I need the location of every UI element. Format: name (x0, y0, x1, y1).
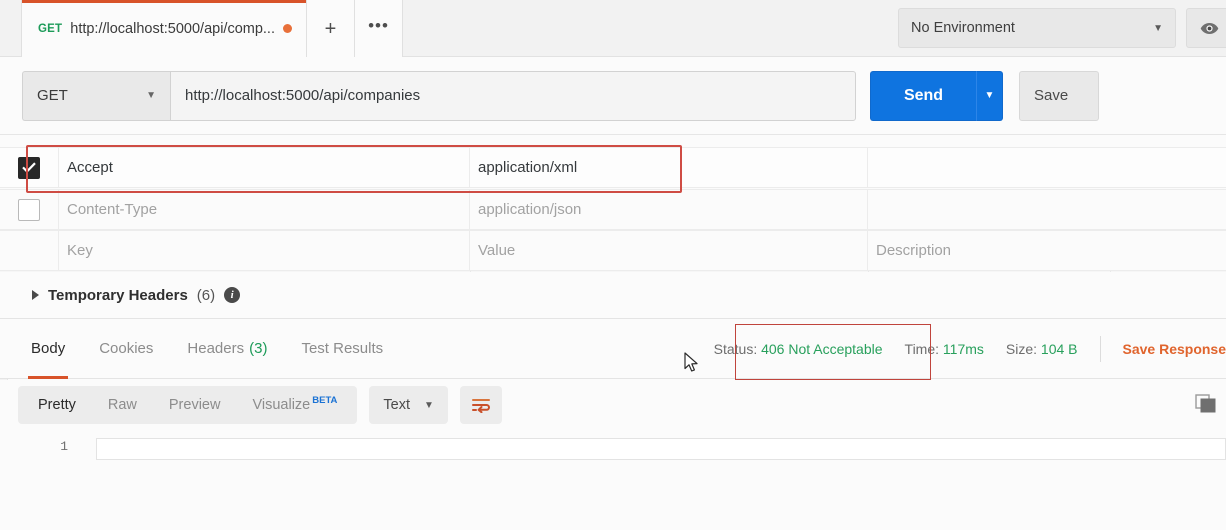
view-visualize-label: Visualize (252, 397, 311, 413)
header-enabled-cell[interactable] (0, 148, 58, 187)
header-description-cell[interactable] (868, 190, 1226, 229)
response-body-line[interactable] (96, 438, 1226, 460)
size-value: 104 B (1040, 340, 1078, 357)
header-enabled-cell (0, 231, 58, 270)
tab-bar: GET http://localhost:5000/api/comp... + … (0, 0, 1226, 57)
request-tab-active[interactable]: GET http://localhost:5000/api/comp... (21, 0, 307, 57)
header-value-cell[interactable]: application/xml (470, 148, 868, 187)
size-badge[interactable]: Size: 104 B (1006, 341, 1078, 357)
header-key-cell[interactable]: Accept (58, 148, 470, 187)
send-options-button[interactable]: ▼ (977, 70, 1003, 121)
time-badge[interactable]: Time: 117ms (905, 341, 984, 357)
mouse-cursor (684, 352, 698, 372)
chevron-down-icon: ▼ (1153, 22, 1163, 34)
tab-cookies[interactable]: Cookies (82, 319, 170, 379)
word-wrap-toggle[interactable] (459, 386, 502, 424)
send-button[interactable]: Send (870, 70, 977, 121)
header-description-placeholder[interactable]: Description (868, 231, 1226, 270)
url-bar: GET ▼ http://localhost:5000/api/companie… (0, 57, 1226, 135)
view-raw-button[interactable]: Raw (92, 390, 153, 420)
table-row[interactable]: Content-Type application/json (0, 189, 1226, 230)
http-method-value: GET (37, 87, 68, 104)
word-wrap-icon (471, 399, 490, 413)
header-key-placeholder[interactable]: Key (58, 231, 470, 270)
response-bar: Body Cookies Headers (3) Test Results St… (0, 319, 1226, 379)
environment-select[interactable]: No Environment ▼ (898, 8, 1176, 48)
postman-window: GET http://localhost:5000/api/comp... + … (0, 0, 1226, 530)
time-value: 117ms (942, 340, 984, 357)
tab-test-results-label: Test Results (301, 340, 384, 357)
view-raw-label: Raw (107, 397, 137, 413)
tab-body[interactable]: Body (14, 319, 82, 379)
header-enabled-cell[interactable] (0, 190, 58, 229)
size-label: Size: (1005, 340, 1038, 357)
header-value-placeholder[interactable]: Value (470, 231, 868, 270)
environment-quicklook-button[interactable] (1186, 8, 1226, 48)
response-meta: Status: 406 Not Acceptable Time: 117ms S… (714, 335, 1226, 362)
view-pretty-button[interactable]: Pretty (22, 390, 92, 420)
status-badge[interactable]: Status: 406 Not Acceptable (714, 341, 883, 357)
response-format-tabs: Pretty Raw Preview Visualize BETA (18, 386, 358, 424)
view-preview-button[interactable]: Preview (153, 390, 237, 420)
checkbox-unchecked-icon[interactable] (18, 198, 40, 221)
content-type-value: Text (383, 397, 410, 413)
beta-badge: BETA (312, 394, 338, 406)
unsaved-dot-icon (283, 24, 292, 33)
response-tabs: Body Cookies Headers (3) Test Results (0, 319, 400, 379)
chevron-down-icon: ▼ (146, 90, 156, 101)
new-tab-button[interactable]: + (307, 0, 355, 57)
temporary-headers-label: Temporary Headers (48, 286, 188, 304)
tab-bar-left: GET http://localhost:5000/api/comp... + … (0, 0, 403, 57)
save-response-button[interactable]: Save Response (1123, 341, 1226, 357)
response-view-toolbar: Pretty Raw Preview Visualize BETA Text ▼ (0, 380, 1226, 430)
copy-icon (1195, 394, 1216, 413)
line-number-gutter: 1 (22, 430, 78, 530)
copy-response-button[interactable] (1186, 386, 1226, 424)
time-label: Time: (904, 340, 940, 357)
temporary-headers-count: (6) (196, 286, 216, 304)
request-tab-title: http://localhost:5000/api/comp... (70, 20, 275, 37)
tab-headers-label: Headers (187, 340, 245, 357)
header-value-cell[interactable]: application/json (470, 190, 868, 229)
tab-cookies-label: Cookies (99, 340, 154, 357)
response-body-viewer[interactable]: 1 (0, 430, 1226, 530)
content-type-select[interactable]: Text ▼ (369, 386, 448, 424)
header-description-cell[interactable] (868, 148, 1226, 187)
chevron-down-icon: ▼ (424, 399, 434, 411)
tab-body-label: Body (31, 340, 66, 357)
status-label: Status: (713, 340, 758, 357)
http-method-select[interactable]: GET ▼ (22, 70, 170, 121)
tab-headers-count: (3) (249, 340, 268, 357)
save-button[interactable]: Save (1019, 70, 1099, 121)
header-key-cell[interactable]: Content-Type (58, 190, 470, 229)
url-input[interactable]: http://localhost:5000/api/companies (170, 70, 856, 121)
tab-bar-right: No Environment ▼ (898, 0, 1226, 56)
info-icon[interactable]: i (224, 287, 241, 303)
triangle-right-icon[interactable] (32, 290, 39, 300)
tab-test-results[interactable]: Test Results (284, 319, 400, 379)
checkbox-checked-icon[interactable] (18, 156, 40, 179)
tab-headers[interactable]: Headers (3) (170, 319, 284, 379)
url-input-value: http://localhost:5000/api/companies (185, 87, 421, 104)
line-number: 1 (60, 439, 68, 454)
view-pretty-label: Pretty (38, 397, 76, 413)
request-tab-method: GET (38, 22, 63, 35)
temporary-headers-row[interactable]: Temporary Headers (6) i (0, 272, 1226, 319)
table-row-placeholder[interactable]: Key Value Description (0, 230, 1226, 271)
tab-options-button[interactable]: ••• (355, 0, 403, 57)
eye-icon (1200, 22, 1218, 34)
environment-select-value: No Environment (911, 20, 1015, 36)
view-preview-label: Preview (168, 397, 221, 413)
table-row[interactable]: Accept application/xml (0, 147, 1226, 188)
send-button-group: Send ▼ (870, 70, 1003, 121)
status-value: 406 Not Acceptable (761, 340, 883, 357)
headers-table: Accept application/xml Content-Type appl… (0, 135, 1226, 277)
view-visualize-button[interactable]: Visualize BETA (236, 390, 353, 420)
divider (1099, 335, 1101, 362)
